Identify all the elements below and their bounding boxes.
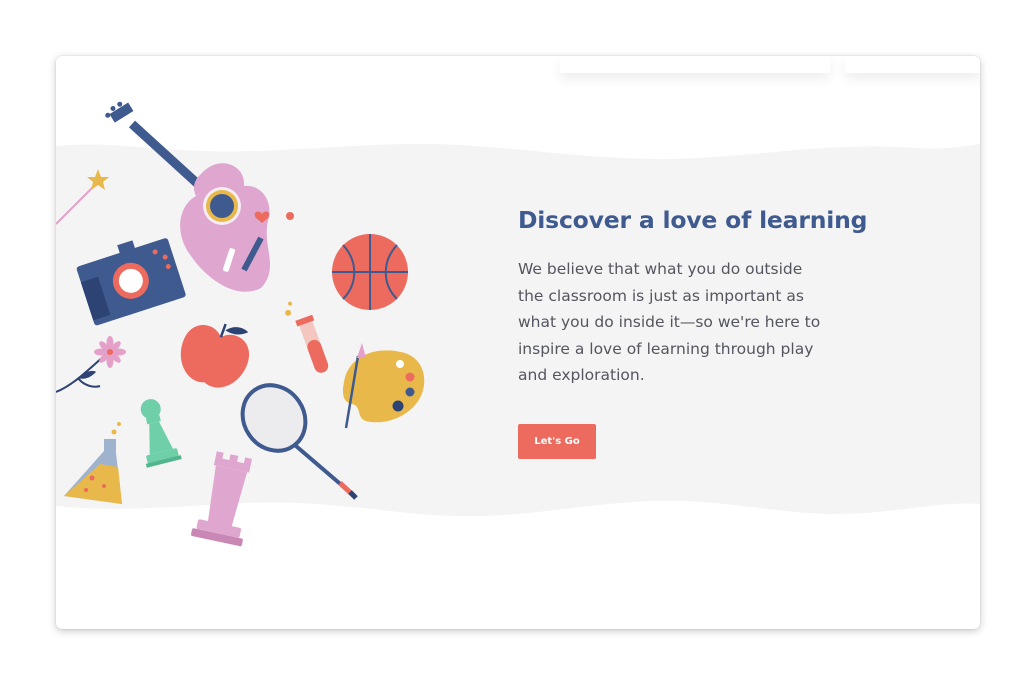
- basketball-icon: [332, 234, 408, 310]
- chemistry-flask-icon: [64, 422, 122, 504]
- chess-pawn-icon: [140, 399, 182, 468]
- test-tube-icon: [285, 301, 329, 373]
- apple-icon: [180, 323, 250, 388]
- hero-headline: Discover a love of learning: [518, 206, 868, 234]
- lets-go-button[interactable]: Let's Go: [518, 424, 596, 459]
- chess-rook-icon: [191, 451, 253, 547]
- paint-palette-icon: [342, 343, 425, 429]
- badminton-racket-icon: [240, 383, 358, 500]
- hero-card: Discover a love of learning We believe t…: [56, 56, 980, 629]
- flower-icon: [56, 336, 126, 393]
- wand-star-icon: [56, 169, 109, 225]
- camera-icon: [76, 238, 186, 326]
- hero-description: We believe that what you do outside the …: [518, 260, 821, 384]
